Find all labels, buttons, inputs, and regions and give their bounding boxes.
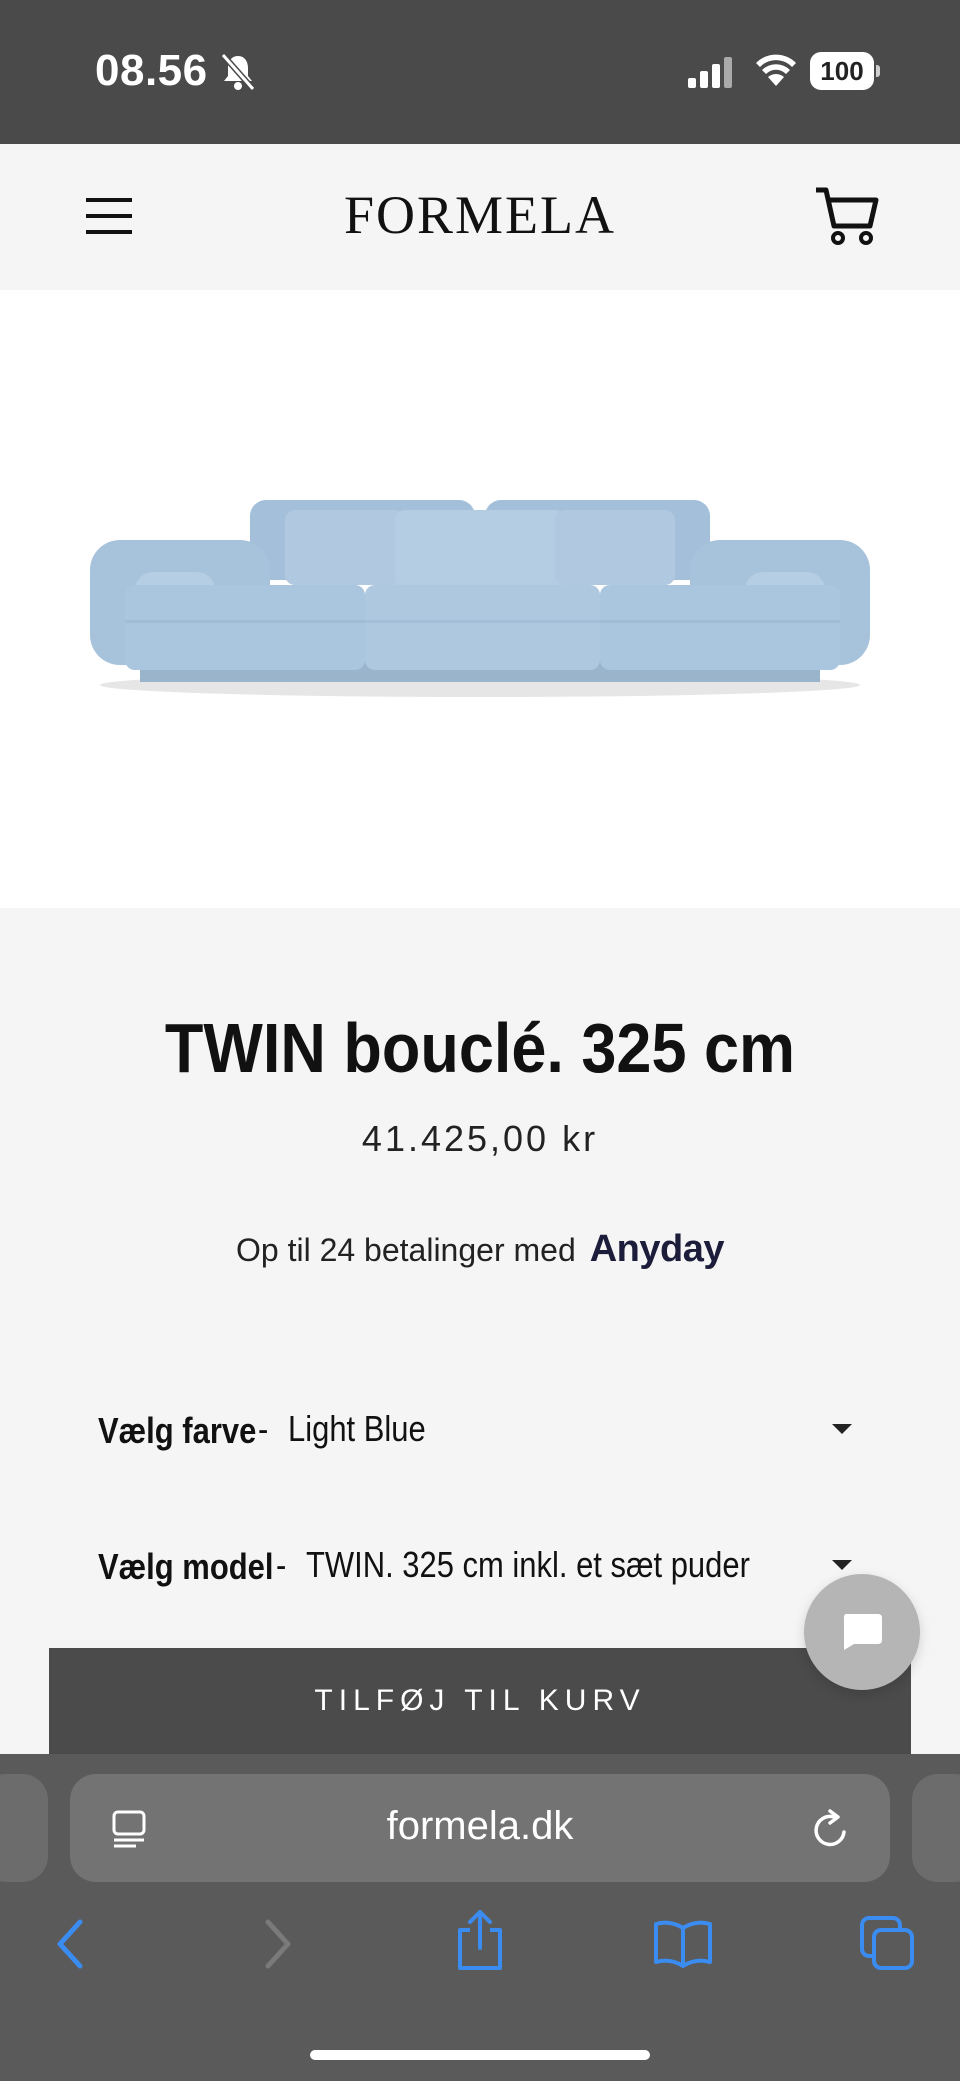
battery-icon: 100	[810, 52, 880, 90]
wifi-icon	[756, 54, 796, 86]
model-select-value: TWIN. 325 cm inkl. et sæt puder	[306, 1544, 750, 1585]
share-icon[interactable]	[452, 1908, 508, 1972]
chevron-down-icon	[832, 1560, 852, 1570]
forward-icon	[265, 1919, 291, 1969]
color-select[interactable]: Vælg farve - Light Blue	[98, 1400, 858, 1460]
add-to-cart-button[interactable]: TILFØJ TIL KURV	[49, 1648, 911, 1754]
cart-icon[interactable]	[812, 182, 882, 252]
color-select-separator: -	[258, 1408, 269, 1449]
bell-slash-icon	[220, 53, 256, 91]
site-logo[interactable]: FORMELA	[300, 184, 660, 246]
browser-toolbar: formela.dk	[0, 1754, 960, 2081]
bookmarks-icon[interactable]	[652, 1918, 714, 1968]
chat-icon	[844, 1614, 882, 1650]
model-select[interactable]: Vælg model - TWIN. 325 cm inkl. et sæt p…	[98, 1536, 858, 1596]
model-select-separator: -	[276, 1544, 287, 1585]
home-indicator	[310, 2050, 650, 2060]
back-icon[interactable]	[52, 1916, 88, 1972]
chevron-down-icon	[832, 1424, 852, 1434]
product-image[interactable]	[0, 290, 960, 908]
address-bar[interactable]: formela.dk	[70, 1774, 890, 1882]
site-header: FORMELA	[0, 144, 960, 290]
hamburger-icon[interactable]	[86, 196, 132, 236]
battery-level: 100	[810, 52, 874, 90]
product-price: 41.425,00 kr	[361, 1118, 599, 1159]
tabs-icon[interactable]	[858, 1914, 916, 1972]
color-select-label: Vælg farve	[98, 1410, 257, 1451]
installments-text: Op til 24 betalinger med	[235, 1232, 576, 1268]
previous-tab-preview[interactable]	[0, 1774, 48, 1882]
reload-icon[interactable]	[812, 1808, 852, 1852]
installments-info[interactable]: Op til 24 betalinger med Anyday	[0, 1228, 960, 1271]
signal-icon	[688, 57, 732, 88]
anyday-logo: Anyday	[589, 1228, 725, 1270]
url-text: formela.dk	[386, 1804, 574, 1848]
status-time: 08.56	[95, 46, 208, 95]
sofa-illustration	[90, 500, 870, 697]
color-select-value: Light Blue	[288, 1408, 426, 1449]
product-title: TWIN bouclé. 325 cm	[164, 1009, 796, 1087]
model-select-label: Vælg model	[98, 1546, 274, 1587]
chat-button[interactable]	[804, 1574, 920, 1690]
status-bar: 08.56 100	[0, 0, 960, 144]
next-tab-preview[interactable]	[912, 1774, 960, 1882]
